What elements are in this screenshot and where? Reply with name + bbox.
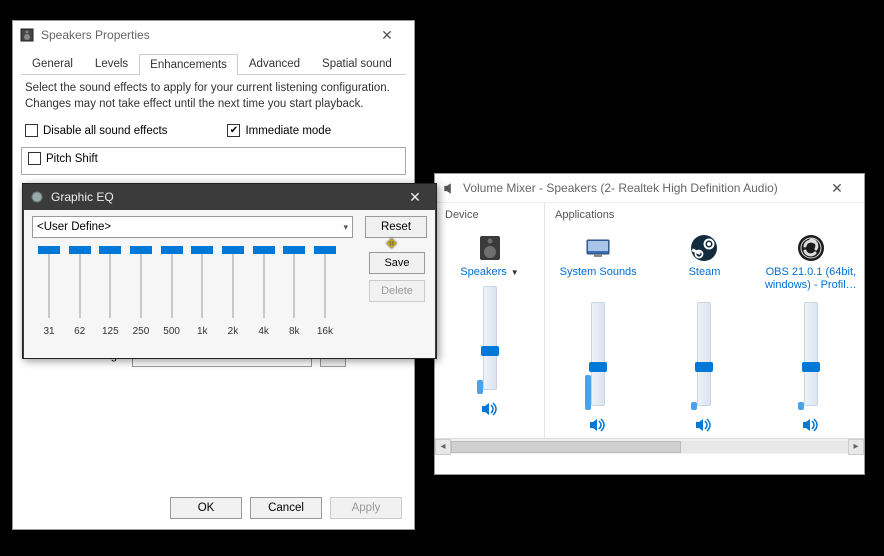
graphic-eq-window: Graphic EQ ✕ <User Define> ▾ Reset 31 62 1… [22, 183, 437, 359]
eq-band-slider[interactable]: 250 [128, 248, 154, 337]
device-name: Speakers [460, 266, 506, 278]
chevron-down-icon: ▼ [511, 268, 519, 277]
app-volume-slider[interactable] [588, 300, 608, 410]
speaker-device-icon[interactable] [475, 233, 505, 263]
apps-header: Applications [547, 209, 649, 227]
close-button[interactable]: ✕ [366, 27, 408, 44]
close-button[interactable]: ✕ [400, 189, 430, 206]
eq-sliders: 31 62 125 250 500 1k 2k 4k 8k 16k [32, 244, 342, 337]
checkbox-icon [28, 152, 41, 165]
eq-band-label: 31 [43, 326, 54, 337]
app-column: Applications System Sounds [545, 203, 651, 454]
eq-band-label: 8k [289, 326, 300, 337]
titlebar[interactable]: Volume Mixer - Speakers (2- Realtek High… [435, 174, 864, 202]
eq-band-label: 16k [317, 326, 333, 337]
delete-button[interactable]: Delete [369, 280, 425, 302]
device-header: Device [437, 209, 542, 227]
obs-icon [796, 233, 826, 263]
tab-spatial-sound[interactable]: Spatial sound [311, 53, 403, 74]
checkbox-label: Disable all sound effects [43, 125, 167, 137]
close-button[interactable]: ✕ [816, 180, 858, 197]
disable-effects-checkbox[interactable]: Disable all sound effects [25, 124, 167, 137]
system-sounds-icon [583, 233, 613, 263]
app-volume-slider[interactable] [801, 300, 821, 410]
eq-band-slider[interactable]: 500 [159, 248, 185, 337]
tabs: General Levels Enhancements Advanced Spa… [21, 53, 406, 75]
window-title: Speakers Properties [41, 28, 366, 42]
checkbox-icon [25, 124, 38, 137]
immediate-mode-checkbox[interactable]: ✔ Immediate mode [227, 124, 331, 137]
checkbox-icon: ✔ [227, 124, 240, 137]
effects-list[interactable]: Pitch Shift [21, 147, 406, 175]
eq-band-slider[interactable]: 1k [189, 248, 215, 337]
titlebar[interactable]: Graphic EQ ✕ [23, 184, 436, 210]
eq-band-label: 125 [102, 326, 119, 337]
scroll-right-button[interactable]: ▸ [848, 439, 864, 455]
eq-band-slider[interactable]: 31 [36, 248, 62, 337]
device-select[interactable]: Speakers ▼ [437, 266, 542, 278]
eq-band-label: 2k [228, 326, 239, 337]
app-name: System Sounds [547, 266, 649, 294]
eq-band-label: 250 [133, 326, 150, 337]
eq-band-slider[interactable]: 16k [312, 248, 338, 337]
eq-band-slider[interactable]: 2k [220, 248, 246, 337]
eq-band-label: 62 [74, 326, 85, 337]
checkbox-label: Immediate mode [245, 125, 331, 137]
cursor-icon: ✥ [386, 236, 397, 252]
app-mute-button[interactable] [798, 414, 824, 436]
description-text: Select the sound effects to apply for yo… [25, 81, 402, 112]
effect-label: Pitch Shift [46, 153, 98, 165]
device-volume-slider[interactable] [480, 284, 500, 394]
eq-band-slider[interactable]: 62 [67, 248, 93, 337]
titlebar[interactable]: Speakers Properties ✕ [13, 21, 414, 49]
tab-advanced[interactable]: Advanced [238, 53, 311, 74]
app-volume-slider[interactable] [694, 300, 714, 410]
app-mute-button[interactable] [691, 414, 717, 436]
app-name: Steam [653, 266, 755, 294]
app-mute-button[interactable] [585, 414, 611, 436]
cancel-button[interactable]: Cancel [250, 497, 322, 519]
window-title: Volume Mixer - Speakers (2- Realtek High… [463, 181, 816, 195]
save-button[interactable]: Save [369, 252, 425, 274]
scroll-left-button[interactable]: ◂ [435, 439, 451, 455]
device-mute-button[interactable] [477, 398, 503, 420]
eq-band-slider[interactable]: 8k [281, 248, 307, 337]
preset-value: <User Define> [37, 221, 111, 233]
app-column: Steam [651, 203, 757, 454]
reset-button[interactable]: Reset [365, 216, 427, 238]
list-item[interactable]: Pitch Shift [22, 148, 405, 169]
tab-general[interactable]: General [21, 53, 84, 74]
volume-mixer-window: Volume Mixer - Speakers (2- Realtek High… [434, 173, 865, 475]
window-title: Graphic EQ [51, 190, 400, 204]
app-column: OBS 21.0.1 (64bit, windows) - Profil… [758, 203, 864, 454]
steam-icon [689, 233, 719, 263]
preset-select[interactable]: <User Define> ▾ [32, 216, 353, 238]
eq-band-label: 1k [197, 326, 208, 337]
apply-button[interactable]: Apply [330, 497, 402, 519]
chevron-down-icon: ▾ [343, 222, 348, 233]
eq-band-slider[interactable]: 125 [97, 248, 123, 337]
device-column: Device Speakers ▼ [435, 203, 545, 454]
app-name: OBS 21.0.1 (64bit, windows) - Profil… [760, 266, 862, 294]
eq-band-label: 4k [258, 326, 269, 337]
eq-band-label: 500 [163, 326, 180, 337]
eq-band-slider[interactable]: 4k [251, 248, 277, 337]
eq-icon [29, 189, 45, 205]
tab-levels[interactable]: Levels [84, 53, 139, 74]
tab-enhancements[interactable]: Enhancements [139, 54, 238, 75]
ok-button[interactable]: OK [170, 497, 242, 519]
speaker-icon [19, 27, 35, 43]
mixer-icon [441, 180, 457, 196]
horizontal-scrollbar[interactable]: ◂ ▸ [435, 438, 864, 454]
